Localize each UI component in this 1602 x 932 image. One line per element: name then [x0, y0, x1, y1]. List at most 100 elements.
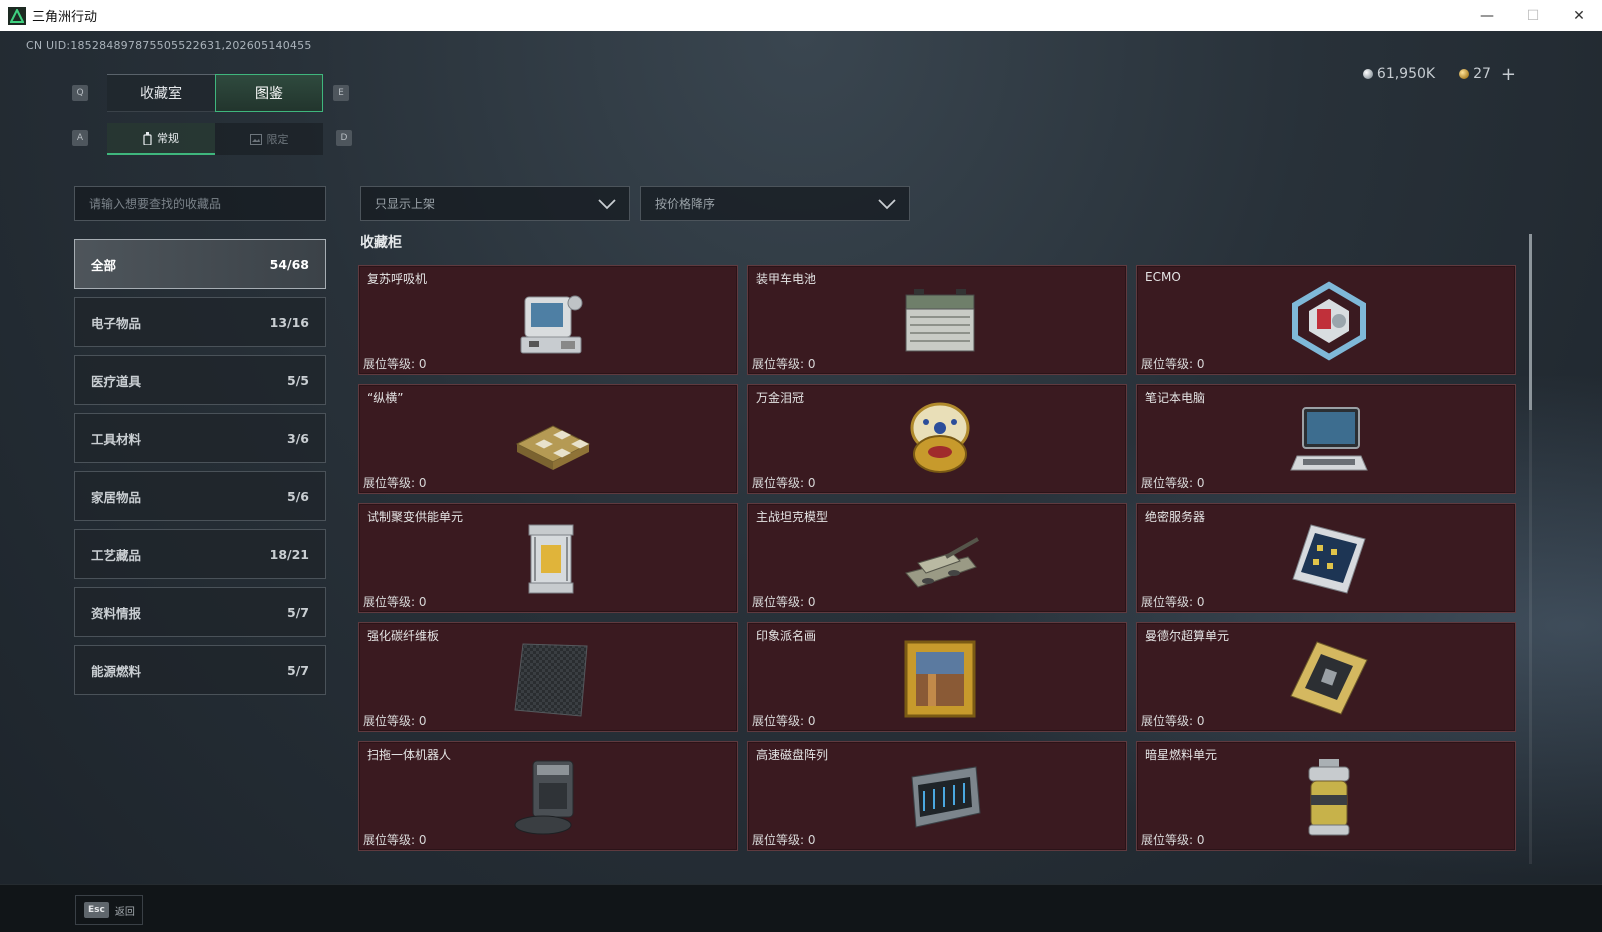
tab-collection-room[interactable]: 收藏室 [107, 74, 215, 112]
item-name: 试制聚变供能单元 [367, 510, 464, 524]
tab-catalog[interactable]: 图鉴 [215, 74, 323, 112]
key-hint-a[interactable]: A [72, 130, 88, 146]
sub-tabs: 常规 限定 [107, 123, 323, 155]
laptop-icon [1290, 407, 1368, 471]
item-card[interactable]: “纵横” 展位等级: 0 [358, 384, 738, 494]
key-hint-d[interactable]: D [336, 130, 352, 146]
category-intel[interactable]: 资料情报 5/7 [74, 587, 326, 637]
item-name: 复苏呼吸机 [367, 272, 428, 286]
category-tools[interactable]: 工具材料 3/6 [74, 413, 326, 463]
bottom-bar: Esc 返回 [0, 884, 1602, 932]
showcase-level: 展位等级: 0 [1141, 595, 1205, 609]
item-card[interactable]: 试制聚变供能单元 展位等级: 0 [358, 503, 738, 613]
item-card[interactable]: 印象派名画 展位等级: 0 [747, 622, 1127, 732]
esc-key-hint: Esc [84, 902, 109, 918]
category-crafts[interactable]: 工艺藏品 18/21 [74, 529, 326, 579]
item-name: 万金泪冠 [756, 391, 805, 405]
jeweled-egg-icon [910, 402, 970, 473]
maximize-button[interactable]: ☐ [1510, 0, 1556, 31]
chevron-down-icon [598, 199, 616, 210]
fusion-unit-icon [528, 524, 574, 594]
showcase-level: 展位等级: 0 [363, 476, 427, 490]
item-name: 暗星燃料单元 [1145, 748, 1218, 762]
minimize-button[interactable]: — [1464, 0, 1510, 31]
ecmo-icon [1292, 281, 1366, 361]
item-name: 装甲车电池 [756, 272, 817, 286]
subtab-regular[interactable]: 常规 [107, 123, 215, 155]
coin-balance: 61,950K [1362, 66, 1435, 82]
section-title: 收藏柜 [360, 235, 402, 251]
fuel-canister-icon [1308, 759, 1350, 836]
item-card[interactable]: 绝密服务器 展位等级: 0 [1136, 503, 1516, 613]
chessboard-icon [515, 425, 591, 470]
item-grid: 复苏呼吸机 展位等级: 0 装甲车电池 展位等级: 0 ECMO 展位等级: 0… [358, 265, 1524, 851]
showcase-level: 展位等级: 0 [363, 595, 427, 609]
category-medical[interactable]: 医疗道具 5/5 [74, 355, 326, 405]
game-area: CN UID:18528489787550552263​1,2026051404… [0, 31, 1602, 932]
currency-bar: 61,950K 27 + [1362, 61, 1516, 87]
key-hint-e[interactable]: E [333, 85, 349, 101]
showcase-level: 展位等级: 0 [1141, 357, 1205, 371]
item-card[interactable]: 复苏呼吸机 展位等级: 0 [358, 265, 738, 375]
showcase-level: 展位等级: 0 [752, 357, 816, 371]
silver-coin-icon [1362, 69, 1373, 79]
scrollbar-thumb[interactable] [1529, 234, 1532, 410]
category-all[interactable]: 全部 54/68 [74, 239, 326, 289]
painting-icon [904, 640, 976, 718]
key-hint-q[interactable]: Q [72, 85, 88, 101]
search-input[interactable] [74, 186, 326, 221]
category-electronics[interactable]: 电子物品 13/16 [74, 297, 326, 347]
item-name: ECMO [1145, 270, 1181, 284]
carbon-plate-icon [514, 643, 588, 717]
item-card[interactable]: ECMO 展位等级: 0 [1136, 265, 1516, 375]
item-card[interactable]: 扫拖一体机器人 展位等级: 0 [358, 741, 738, 851]
tank-model-icon [905, 537, 979, 588]
chevron-down-icon [878, 199, 896, 210]
item-card[interactable]: 主战坦克模型 展位等级: 0 [747, 503, 1127, 613]
server-icon [1292, 524, 1366, 594]
image-frame-icon [249, 133, 262, 145]
gold-coin-icon [1459, 69, 1470, 79]
item-name: 印象派名画 [756, 629, 817, 643]
cpu-icon [1290, 641, 1368, 715]
subtab-limited[interactable]: 限定 [215, 123, 323, 155]
category-list: 全部 54/68 电子物品 13/16 医疗道具 5/5 工具材料 3/6 家居物品 5/… [74, 239, 326, 703]
item-card[interactable]: 曼德尔超算单元 展位等级: 0 [1136, 622, 1516, 732]
window-title: 三角洲行动 [32, 10, 98, 25]
sort-dropdown[interactable]: 按价格降序 [640, 186, 910, 221]
close-button[interactable]: ✕ [1556, 0, 1602, 31]
item-name: 主战坦克模型 [756, 510, 829, 524]
showcase-level: 展位等级: 0 [1141, 714, 1205, 728]
showcase-level: 展位等级: 0 [752, 476, 816, 490]
add-currency-button[interactable]: + [1501, 64, 1516, 85]
disk-array-icon [911, 766, 981, 828]
category-home[interactable]: 家居物品 5/6 [74, 471, 326, 521]
item-card[interactable]: 笔记本电脑 展位等级: 0 [1136, 384, 1516, 494]
showcase-level: 展位等级: 0 [363, 357, 427, 371]
scrollbar[interactable] [1529, 234, 1532, 864]
item-grid-viewport: 复苏呼吸机 展位等级: 0 装甲车电池 展位等级: 0 ECMO 展位等级: 0… [358, 265, 1524, 882]
item-name: 绝密服务器 [1145, 510, 1206, 524]
token-balance: 27 [1459, 66, 1491, 82]
window-titlebar: 三角洲行动 — ☐ ✕ [0, 0, 1602, 31]
item-name: 曼德尔超算单元 [1145, 629, 1230, 643]
app-logo-icon [8, 6, 26, 25]
battery-icon [905, 289, 975, 352]
showcase-level: 展位等级: 0 [752, 714, 816, 728]
back-label: 返回 [114, 906, 135, 918]
ventilator-icon [520, 295, 583, 354]
item-card[interactable]: 强化碳纤维板 展位等级: 0 [358, 622, 738, 732]
category-energy[interactable]: 能源燃料 5/7 [74, 645, 326, 695]
item-name: 笔记本电脑 [1145, 391, 1206, 405]
bottle-icon [143, 131, 152, 145]
item-card[interactable]: 暗星燃料单元 展位等级: 0 [1136, 741, 1516, 851]
item-card[interactable]: 装甲车电池 展位等级: 0 [747, 265, 1127, 375]
showcase-level: 展位等级: 0 [363, 714, 427, 728]
filter-dropdown[interactable]: 只显示上架 [360, 186, 630, 221]
item-card[interactable]: 万金泪冠 展位等级: 0 [747, 384, 1127, 494]
back-button[interactable]: Esc 返回 [75, 895, 143, 925]
showcase-level: 展位等级: 0 [1141, 833, 1205, 847]
item-name: “纵横” [367, 391, 404, 405]
item-card[interactable]: 高速磁盘阵列 展位等级: 0 [747, 741, 1127, 851]
item-name: 扫拖一体机器人 [367, 748, 452, 762]
